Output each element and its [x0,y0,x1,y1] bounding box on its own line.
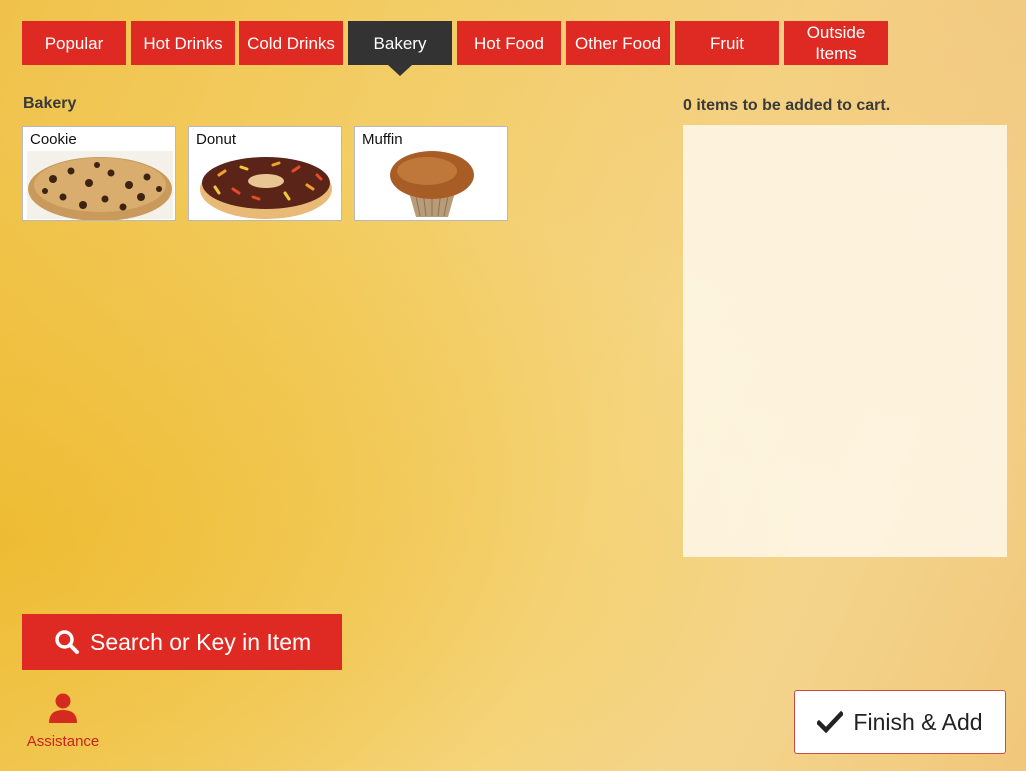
search-button[interactable]: Search or Key in Item [22,614,342,670]
cart-list[interactable] [683,125,1007,557]
tab-outside-items[interactable]: Outside Items [784,21,888,65]
tab-fruit[interactable]: Fruit [675,21,779,65]
tab-bakery[interactable]: Bakery [348,21,452,76]
tab-hot-food[interactable]: Hot Food [457,21,561,65]
cart-status: 0 items to be added to cart. [683,97,891,114]
check-icon [817,711,844,733]
user-icon [49,693,77,723]
assistance-button[interactable]: Assistance [22,690,104,756]
item-name-donut: Donut [196,131,237,148]
item-tile-donut[interactable]: Donut [188,126,342,221]
item-tile-cookie[interactable]: Cookie [22,126,176,221]
tab-other-food[interactable]: Other Food [566,21,670,65]
section-title: Bakery [23,95,77,112]
tab-cold-drinks[interactable]: Cold Drinks [239,21,343,65]
search-button-label: Search or Key in Item [90,628,312,655]
item-name-muffin: Muffin [362,131,403,148]
search-icon [55,630,79,654]
finish-add-button[interactable]: Finish & Add [794,690,1006,754]
tab-hot-drinks[interactable]: Hot Drinks [131,21,235,65]
finish-add-label: Finish & Add [853,708,983,735]
item-name-cookie: Cookie [30,131,77,148]
item-tile-muffin[interactable]: Muffin [354,126,508,221]
assistance-label: Assistance [26,733,100,750]
tab-popular[interactable]: Popular [22,21,126,65]
